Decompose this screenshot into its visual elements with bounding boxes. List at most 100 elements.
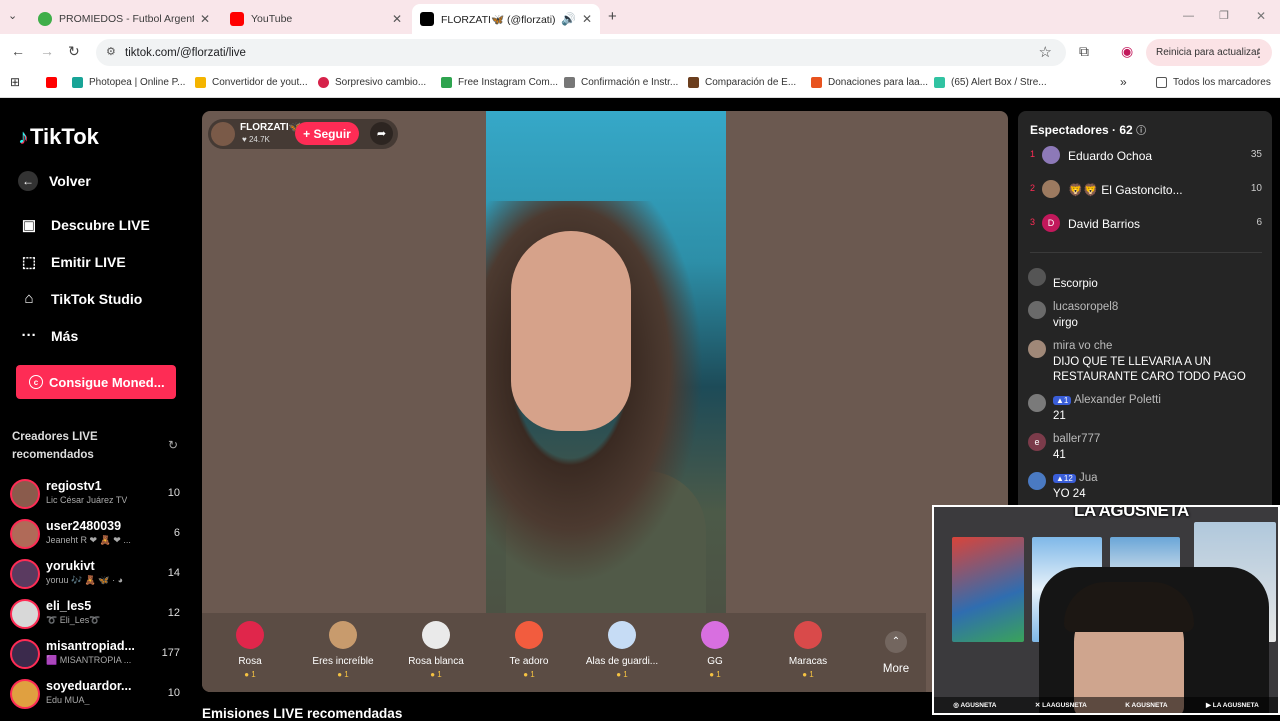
nav-mas[interactable]: ··· Más [18, 327, 79, 344]
bookmark-item[interactable]: Sorpresivo cambio... [318, 77, 426, 88]
reload-icon[interactable]: ↻ [68, 43, 80, 60]
avatar [10, 679, 40, 709]
forward-icon[interactable]: → [40, 43, 54, 59]
gift-item[interactable]: GG ● 1 [675, 621, 755, 679]
get-coins-button[interactable]: c Consigue Moned... [16, 365, 176, 399]
folder-icon [1156, 77, 1167, 88]
creator-item[interactable]: user2480039 Jeaneht R ❤ 🧸 ❤ ... 6 [10, 519, 190, 559]
bookmark-star-icon[interactable]: ☆ [1039, 43, 1052, 61]
gift-item[interactable]: Alas de guardi... ● 1 [582, 621, 662, 679]
creator-item[interactable]: yorukivt yoruu 🎶 🧸 🦋 · ◕ 14 [10, 559, 190, 599]
bookmark-label: Free Instagram Com... [458, 77, 559, 88]
gift-item[interactable]: Eres increíble ● 1 [303, 621, 383, 679]
bookmark-item[interactable]: Photopea | Online P... [72, 77, 185, 88]
handle-text: LA AGUSNETA [1212, 702, 1259, 709]
live-video[interactable] [486, 111, 726, 613]
gift-price: ● 1 [337, 670, 349, 679]
viewer-rank: 3 [1030, 217, 1036, 227]
profile-icon[interactable]: ◉ [1121, 43, 1133, 60]
viewers-header[interactable]: Espectadores · 62 ⓘ [1030, 122, 1146, 137]
bookmark-item[interactable]: Confirmación e Instr... [564, 77, 678, 88]
minimize-icon[interactable]: — [1183, 10, 1194, 22]
viewer-rank: 1 [1030, 149, 1036, 159]
more-gifts-button[interactable]: ⌃ More [876, 631, 916, 675]
new-tab-icon[interactable]: + [608, 8, 617, 25]
gift-price-value: 1 [716, 670, 721, 679]
update-button[interactable]: Reinicia para actualizar ⋮ [1146, 39, 1272, 66]
nav-tiktok-studio[interactable]: ⌂ TikTok Studio [18, 290, 142, 307]
bookmark-item[interactable]: Donaciones para laa... [811, 77, 928, 88]
studio-icon: ⌂ [24, 290, 34, 307]
gift-item[interactable]: Maracas ● 1 [768, 621, 848, 679]
host-avatar[interactable] [211, 122, 235, 146]
tab-youtube[interactable]: YouTube ✕ [222, 4, 410, 34]
bookmark-favicon-icon [564, 77, 575, 88]
bookmark-item[interactable]: (65) Alert Box / Stre... [934, 77, 1047, 88]
message-user[interactable]: ▲12 Jua [1053, 472, 1098, 484]
restore-icon[interactable]: ❐ [1219, 9, 1229, 22]
tiktok-logo[interactable]: ♪ TikTok [18, 124, 99, 150]
apps-icon[interactable]: ⊞ [10, 75, 20, 89]
instagram-handle: ◎ AGUSNETA [953, 702, 997, 709]
all-bookmarks[interactable]: Todos los marcadores [1156, 77, 1271, 88]
avatar [1028, 301, 1046, 319]
gift-item[interactable]: Te adoro ● 1 [489, 621, 569, 679]
refresh-icon[interactable]: ↻ [168, 438, 178, 452]
message-user[interactable]: lucasoropel8 [1053, 301, 1118, 313]
follow-button[interactable]: + Seguir [295, 122, 359, 145]
back-icon[interactable]: ← [11, 43, 25, 59]
handle-text: LAAGUSNETA [1042, 702, 1087, 709]
tiktok-logo-text: TikTok [30, 124, 99, 149]
url-bar[interactable]: ⚙ tiktok.com/@florzati/live ☆ [96, 39, 1066, 66]
browser-tabbar: ⌄ PROMIEDOS - Futbol Argentino ✕ YouTube… [0, 0, 1280, 34]
share-icon[interactable]: ➦ [370, 122, 393, 145]
bookmark-youtube[interactable] [46, 77, 63, 88]
gift-item[interactable]: Rosa blanca ● 1 [396, 621, 476, 679]
avatar [1028, 340, 1046, 358]
creator-name: regiostv1 [46, 479, 102, 493]
message-user[interactable]: baller777 [1053, 433, 1100, 445]
handle-text: AGUSNETA [1131, 701, 1168, 709]
tab-promiedos[interactable]: PROMIEDOS - Futbol Argentino ✕ [30, 4, 218, 34]
info-icon[interactable]: ⓘ [1136, 126, 1146, 137]
window-close-icon[interactable]: ✕ [1256, 9, 1266, 23]
nav-emitir-live[interactable]: ⬚ Emitir LIVE [18, 253, 126, 271]
avatar [10, 519, 40, 549]
gift-price-value: 1 [437, 670, 442, 679]
tab-search-icon[interactable]: ⌄ [8, 9, 17, 22]
message-user-name: Jua [1079, 472, 1098, 484]
nav-volver[interactable]: ← Volver [18, 171, 91, 191]
creator-item[interactable]: eli_les5 ➰ Eli_Les➰ 12 [10, 599, 190, 639]
site-info-icon[interactable]: ⚙ [106, 45, 116, 58]
avatar [1042, 180, 1060, 198]
message-user[interactable]: ▲1 Alexander Poletti [1053, 394, 1161, 406]
creator-item[interactable]: soyeduardor... Edu MUA_ 10 [10, 679, 190, 719]
tiktok-favicon-icon [420, 12, 434, 26]
creator-name: soyeduardor... [46, 679, 132, 693]
top-viewer[interactable]: 1 Eduardo Ochoa 35 [1030, 146, 1262, 168]
bookmark-item[interactable]: Convertidor de yout... [195, 77, 308, 88]
close-icon[interactable]: ✕ [392, 12, 402, 26]
host-name[interactable]: FLORZATI🦋 [240, 122, 301, 133]
bookmark-item[interactable]: Free Instagram Com... [441, 77, 558, 88]
youtube-icon [46, 77, 57, 88]
gift-price: ● 1 [244, 670, 256, 679]
top-viewer[interactable]: 2 🦁🦁 El Gastoncito... 10 [1030, 180, 1262, 202]
handle-text: AGUSNETA [960, 702, 997, 709]
creator-item[interactable]: misantropiad... 🟪 MISANTROPIA ... 177 [10, 639, 190, 679]
close-icon[interactable]: ✕ [200, 12, 210, 26]
gift-item[interactable]: Rosa ● 1 [210, 621, 290, 679]
bookmark-item[interactable]: Comparación de E... [688, 77, 796, 88]
gift-price: ● 1 [523, 670, 535, 679]
nav-descubre-live[interactable]: ▣ Descubre LIVE [18, 216, 150, 234]
menu-icon[interactable]: ⋮ [1253, 46, 1265, 60]
viewer-rank: 2 [1030, 183, 1036, 193]
tab-tiktok[interactable]: FLORZATI🦋 (@florzati) está 🔊 ✕ [412, 4, 600, 34]
top-viewer[interactable]: 3 D David Barrios 6 [1030, 214, 1262, 236]
creator-item[interactable]: regiostv1 Lic César Juárez TV 10 [10, 479, 190, 519]
extensions-icon[interactable]: ⧉ [1079, 43, 1089, 60]
message-user[interactable]: mira vo che [1053, 340, 1112, 352]
close-icon[interactable]: ✕ [582, 12, 592, 26]
speaker-icon[interactable]: 🔊 [561, 12, 576, 26]
more-bookmarks-icon[interactable]: » [1120, 75, 1127, 89]
